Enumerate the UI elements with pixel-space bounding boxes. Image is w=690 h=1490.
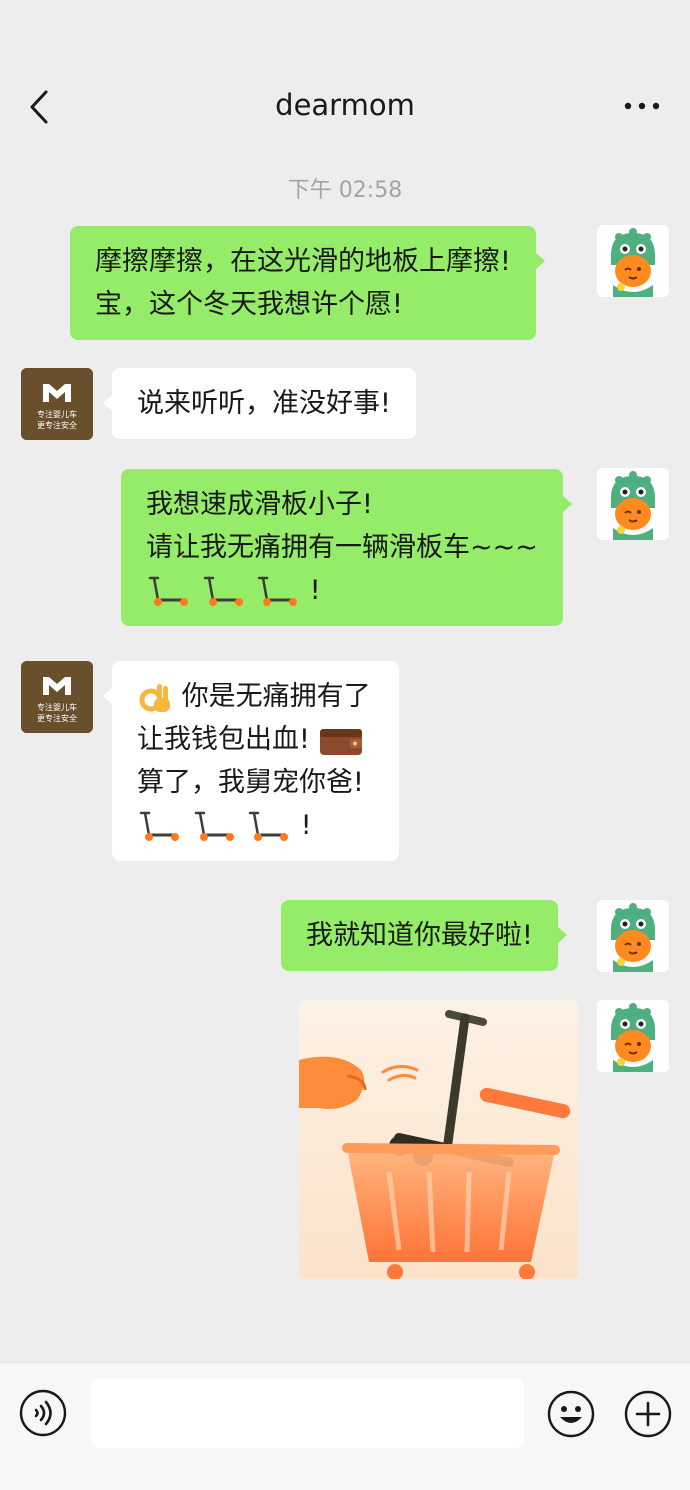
message-text: 宝，这个冬天我想许个愿!	[95, 289, 403, 320]
kick-scooter-icon	[203, 576, 245, 607]
message-text: 我就知道你最好啦!	[306, 920, 533, 951]
message-text: 算了，我舅宠你爸!	[137, 767, 364, 798]
brand-avatar-line1: 专注婴儿车	[37, 409, 77, 419]
kick-scooter-icon	[148, 576, 190, 607]
message-text: 说来听听，准没好事!	[137, 388, 391, 419]
chat-header: dearmom	[0, 0, 690, 146]
my-avatar[interactable]	[597, 468, 669, 540]
message-bubble-received[interactable]: 说来听听，准没好事!	[103, 368, 416, 439]
emoji-icon[interactable]	[546, 1389, 596, 1439]
chat-title: dearmom	[275, 88, 415, 122]
message-input[interactable]	[91, 1378, 524, 1448]
message-line-emoji: !	[137, 804, 371, 847]
message-line: 你是无痛拥有了	[137, 675, 371, 718]
my-avatar[interactable]	[597, 900, 669, 972]
plus-icon[interactable]	[623, 1389, 673, 1439]
contact-avatar[interactable]: 专注婴儿车 更专注安全	[21, 661, 93, 733]
message-text: 你是无痛拥有了	[181, 681, 371, 712]
message-text: !	[309, 575, 321, 606]
voice-icon[interactable]	[19, 1389, 67, 1437]
ok-hand-icon	[139, 683, 170, 712]
message-line: 让我钱包出血!	[137, 718, 371, 761]
image-message[interactable]	[299, 1000, 578, 1279]
brand-logo-icon: 专注婴儿车 更专注安全	[21, 368, 93, 440]
message-bubble-sent[interactable]: 我想速成滑板小子! 请让我无痛拥有一辆滑板车~~~ !	[121, 469, 572, 626]
kick-scooter-icon	[248, 811, 290, 842]
message-text: 我想速成滑板小子!	[146, 489, 373, 520]
brand-avatar-line2: 更专注安全	[37, 713, 77, 723]
input-toolbar	[0, 1362, 690, 1490]
message-line-emoji: !	[146, 569, 538, 612]
message-text: 请让我无痛拥有一辆滑板车~~~	[146, 532, 538, 563]
message-text: 让我钱包出血!	[137, 724, 310, 755]
brand-avatar-line1: 专注婴儿车	[37, 702, 77, 712]
contact-avatar[interactable]: 专注婴儿车 更专注安全	[21, 368, 93, 440]
message-bubble-received[interactable]: 你是无痛拥有了 让我钱包出血! 算了，我舅宠你爸! !	[103, 661, 399, 861]
message-text: !	[300, 810, 312, 841]
my-avatar[interactable]	[597, 1000, 669, 1072]
brand-avatar-line2: 更专注安全	[37, 420, 77, 430]
my-avatar[interactable]	[597, 225, 669, 297]
kick-scooter-icon	[139, 811, 181, 842]
kick-scooter-icon	[194, 811, 236, 842]
message-bubble-sent[interactable]: 我就知道你最好啦!	[281, 900, 567, 971]
message-text: 摩擦摩擦，在这光滑的地板上摩擦!	[95, 246, 511, 277]
brand-logo-icon: 专注婴儿车 更专注安全	[21, 661, 93, 733]
wallet-icon	[320, 728, 363, 755]
message-timestamp: 下午 02:58	[287, 178, 403, 203]
kick-scooter-icon	[257, 576, 299, 607]
scooter-in-cart-image	[299, 1000, 578, 1279]
more-icon[interactable]	[622, 92, 662, 120]
message-bubble-sent[interactable]: 摩擦摩擦，在这光滑的地板上摩擦! 宝，这个冬天我想许个愿!	[70, 226, 545, 340]
